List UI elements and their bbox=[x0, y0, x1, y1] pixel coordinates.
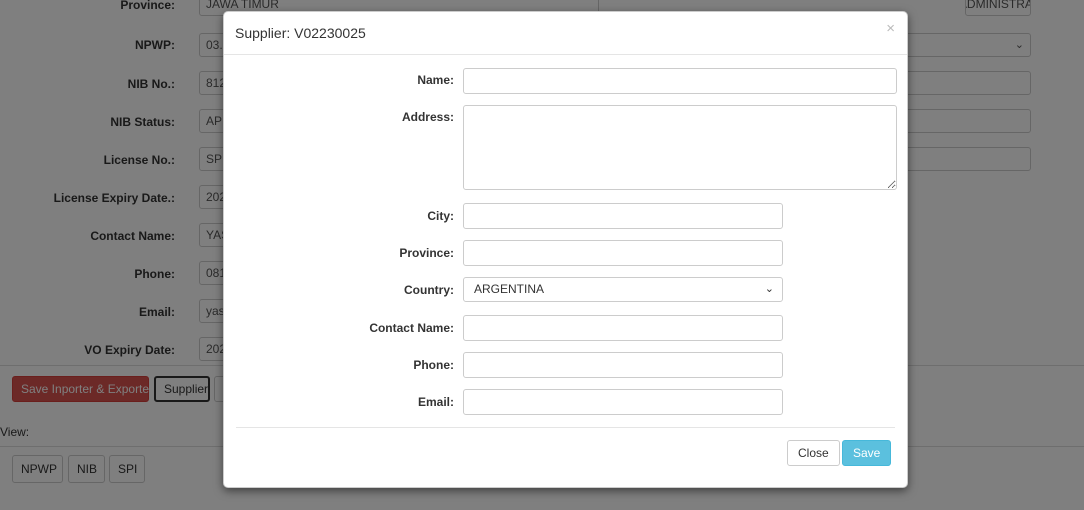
city-input[interactable] bbox=[463, 203, 783, 229]
country-select-value: ARGENTINA bbox=[474, 282, 545, 296]
province-input[interactable] bbox=[463, 240, 783, 266]
country-select[interactable]: ARGENTINA ⌄ bbox=[463, 277, 783, 302]
address-textarea[interactable] bbox=[463, 105, 897, 190]
phone-label: Phone: bbox=[413, 358, 454, 372]
supplier-modal: Supplier: V02230025 × Name: Address: Cit… bbox=[223, 11, 908, 488]
contact-name-input[interactable] bbox=[463, 315, 783, 341]
name-input[interactable] bbox=[463, 68, 897, 94]
contact-name-label: Contact Name: bbox=[369, 321, 454, 335]
city-label: City: bbox=[427, 209, 454, 223]
email-input[interactable] bbox=[463, 389, 783, 415]
phone-input[interactable] bbox=[463, 352, 783, 378]
close-button[interactable]: Close bbox=[787, 440, 840, 466]
modal-header: Supplier: V02230025 × bbox=[224, 12, 907, 55]
address-label: Address: bbox=[401, 110, 454, 124]
modal-title: Supplier: V02230025 bbox=[235, 25, 366, 41]
province-label: Province: bbox=[399, 246, 454, 260]
email-label: Email: bbox=[417, 395, 454, 409]
close-icon[interactable]: × bbox=[886, 20, 895, 37]
chevron-down-icon: ⌄ bbox=[764, 283, 774, 295]
modal-footer-divider bbox=[236, 427, 895, 428]
name-label: Name: bbox=[417, 73, 454, 87]
save-button[interactable]: Save bbox=[842, 440, 892, 466]
country-label: Country: bbox=[404, 283, 454, 297]
